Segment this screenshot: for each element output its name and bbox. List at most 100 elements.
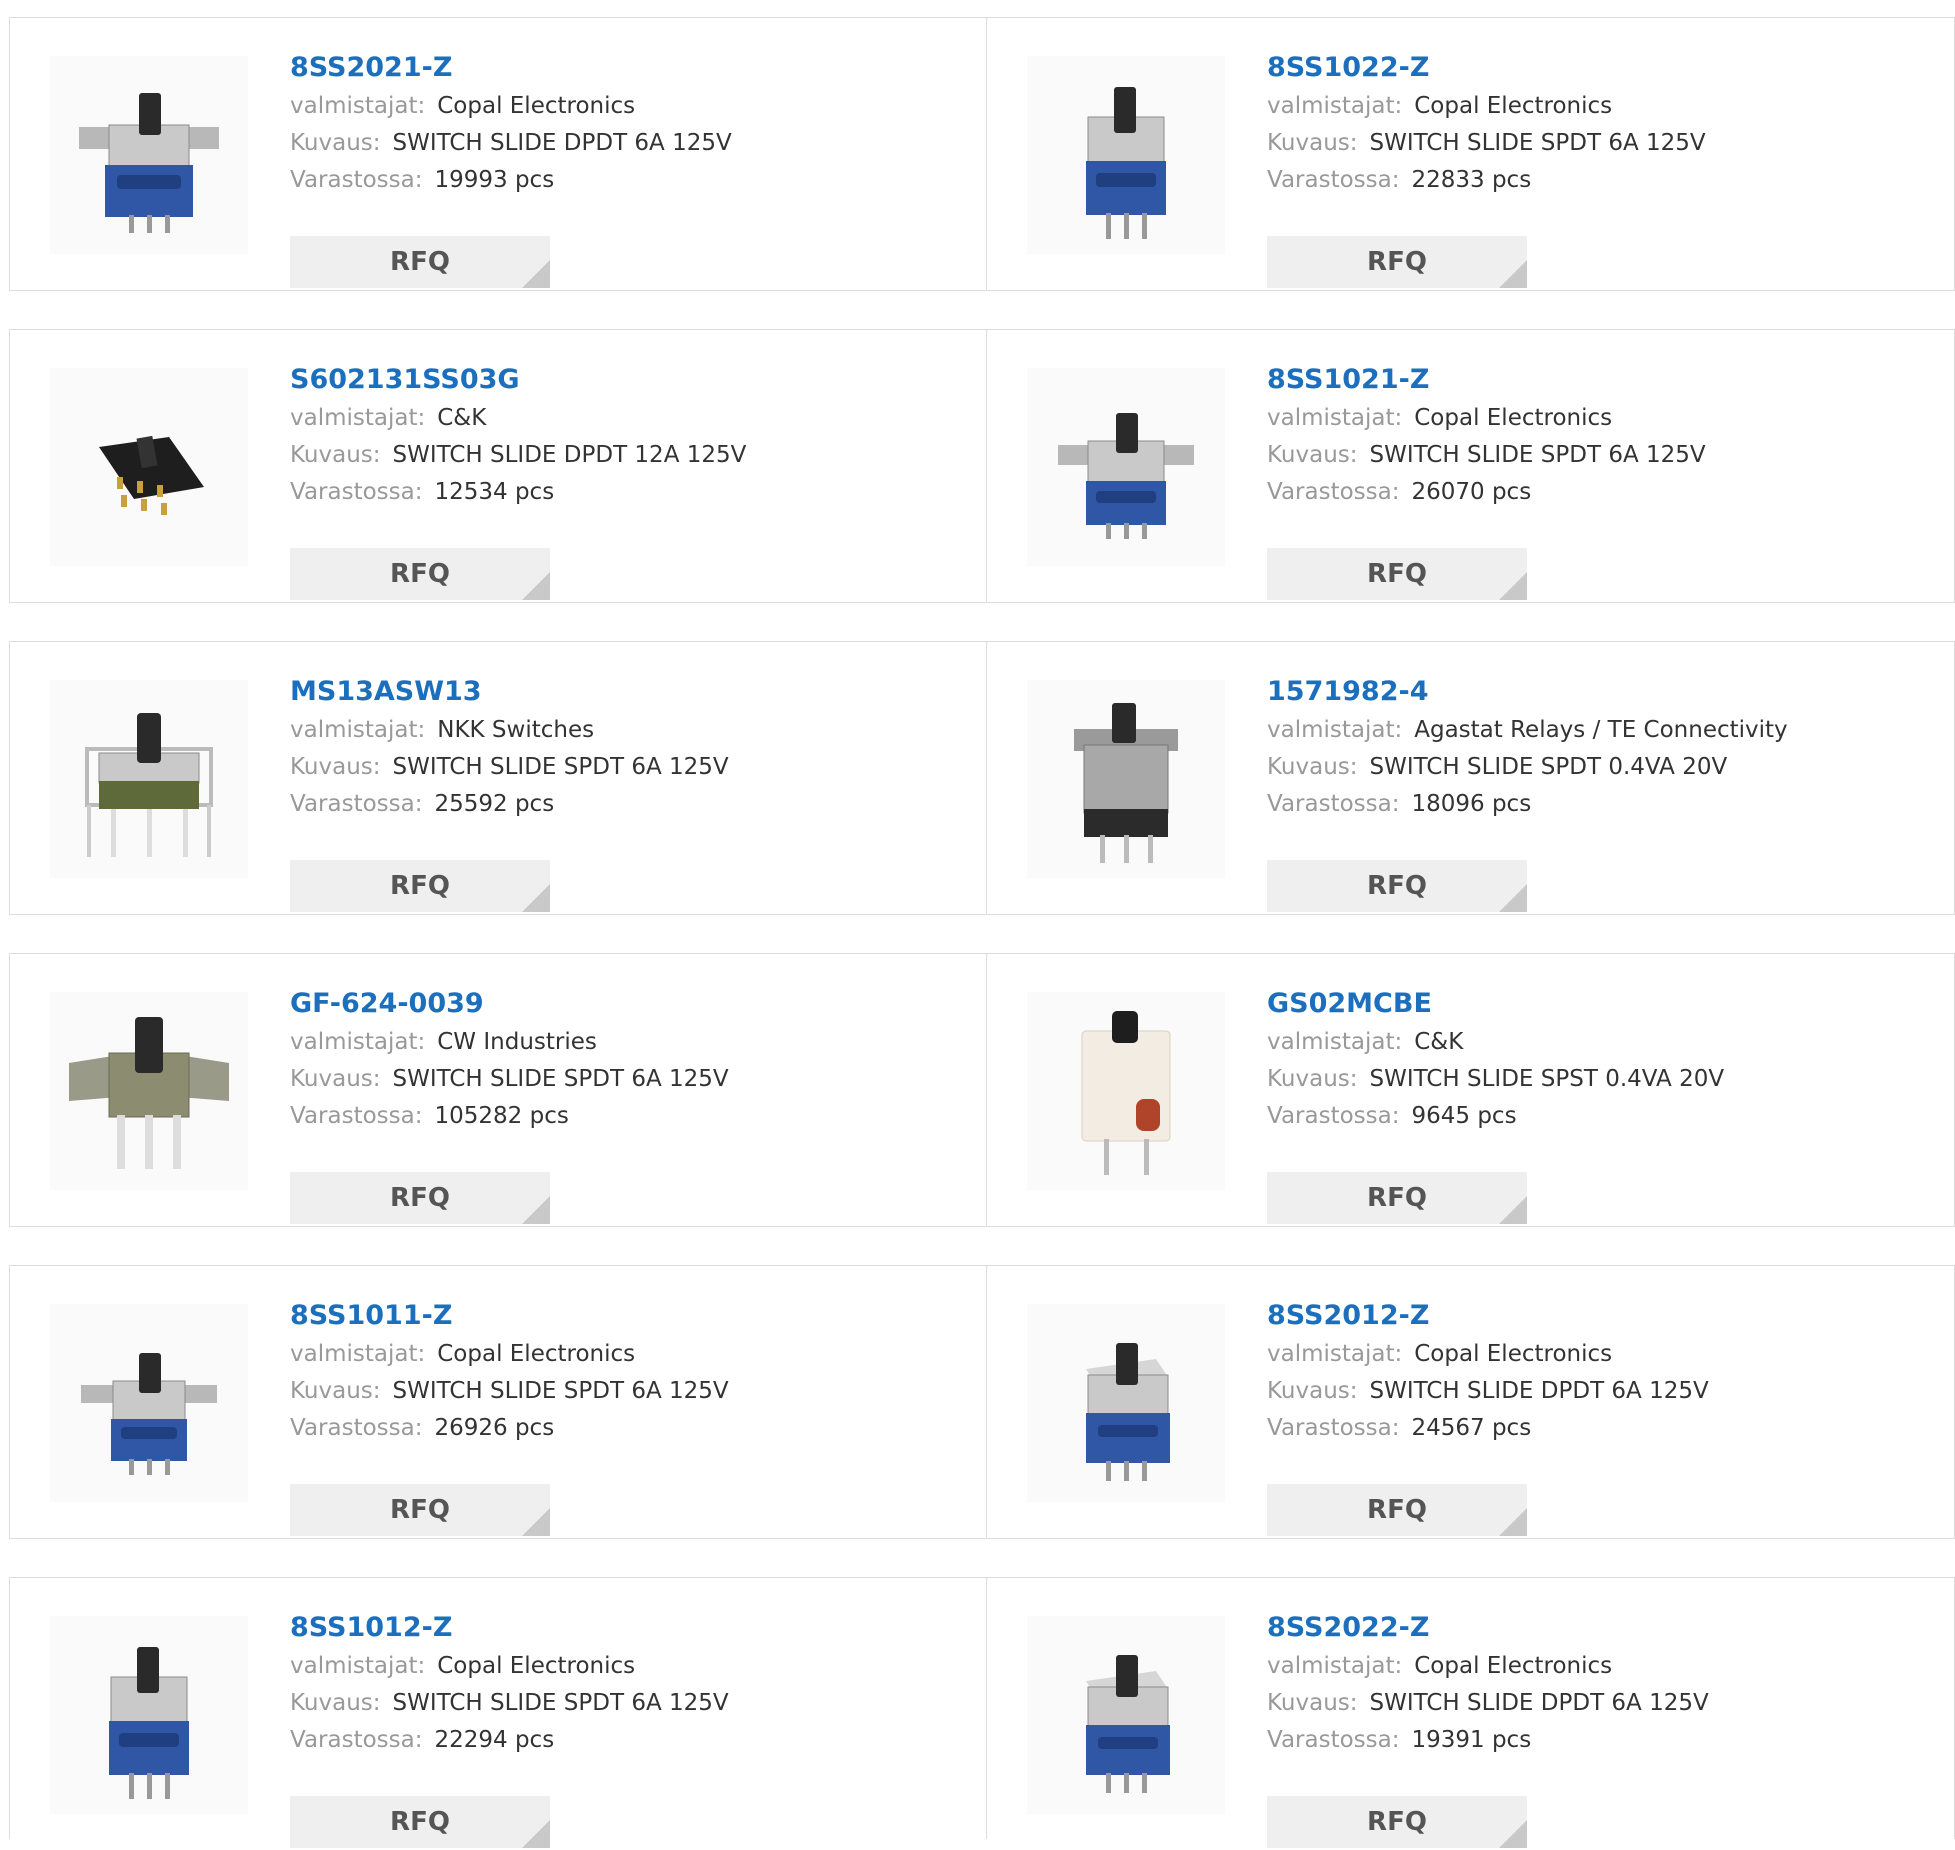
- manufacturer-label: valmistajat:: [1267, 717, 1403, 743]
- slide-switch-photo: [81, 1353, 217, 1475]
- corner-triangle-icon: [1499, 260, 1527, 288]
- product-card: 8SS1011-Z valmistajat: Copal Electronics …: [10, 1266, 986, 1538]
- slide-switch-photo: [1081, 1011, 1171, 1175]
- rfq-label: RFQ: [1367, 1495, 1427, 1525]
- part-number-link[interactable]: 8SS2021-Z: [290, 48, 976, 88]
- rfq-button[interactable]: RFQ: [290, 1484, 550, 1536]
- product-image[interactable]: [1027, 1304, 1225, 1502]
- part-number-link[interactable]: S602131SS03G: [290, 360, 976, 400]
- product-card: 8SS1021-Z valmistajat: Copal Electronics …: [987, 330, 1955, 602]
- product-image[interactable]: [1027, 1616, 1225, 1814]
- slide-switch-photo: [85, 713, 213, 857]
- part-number-link[interactable]: MS13ASW13: [290, 672, 976, 712]
- stock-value: 18096 pcs: [1411, 791, 1532, 817]
- corner-triangle-icon: [522, 1196, 550, 1224]
- product-image[interactable]: [50, 680, 248, 878]
- product-image[interactable]: [50, 368, 248, 566]
- stock-line: Varastossa: 24567 pcs: [1267, 1410, 1953, 1447]
- rfq-label: RFQ: [390, 1183, 450, 1213]
- part-number-link[interactable]: 8SS1012-Z: [290, 1608, 976, 1648]
- manufacturer-line: valmistajat: Copal Electronics: [1267, 88, 1953, 125]
- rfq-button[interactable]: RFQ: [1267, 860, 1527, 912]
- product-image[interactable]: [1027, 680, 1225, 878]
- part-number-link[interactable]: GS02MCBE: [1267, 984, 1953, 1024]
- corner-triangle-icon: [522, 572, 550, 600]
- part-number-link[interactable]: 8SS2022-Z: [1267, 1608, 1953, 1648]
- rfq-button[interactable]: RFQ: [1267, 1484, 1527, 1536]
- manufacturer-line: valmistajat: C&K: [290, 400, 976, 437]
- manufacturer-label: valmistajat:: [1267, 1029, 1403, 1055]
- product-image[interactable]: [1027, 992, 1225, 1190]
- product-image[interactable]: [50, 992, 248, 1190]
- product-card: 8SS1022-Z valmistajat: Copal Electronics …: [987, 18, 1955, 290]
- stock-label: Varastossa:: [1267, 791, 1400, 817]
- description-value: SWITCH SLIDE SPDT 6A 125V: [392, 1378, 729, 1404]
- description-label: Kuvaus:: [290, 130, 381, 156]
- part-number-link[interactable]: 8SS1011-Z: [290, 1296, 976, 1336]
- part-number-link[interactable]: 8SS2012-Z: [1267, 1296, 1953, 1336]
- manufacturer-label: valmistajat:: [290, 1341, 426, 1367]
- manufacturer-value: Copal Electronics: [1414, 1341, 1613, 1367]
- product-info: MS13ASW13 valmistajat: NKK Switches Kuvau…: [290, 672, 976, 912]
- rfq-label: RFQ: [1367, 1807, 1427, 1837]
- product-image[interactable]: [1027, 56, 1225, 254]
- stock-label: Varastossa:: [290, 167, 423, 193]
- description-line: Kuvaus: SWITCH SLIDE SPDT 6A 125V: [290, 1373, 976, 1410]
- description-line: Kuvaus: SWITCH SLIDE DPDT 6A 125V: [1267, 1373, 1953, 1410]
- product-card: 1571982-4 valmistajat: Agastat Relays / T…: [987, 642, 1955, 914]
- manufacturer-label: valmistajat:: [1267, 1341, 1403, 1367]
- description-line: Kuvaus: SWITCH SLIDE SPDT 6A 125V: [290, 1061, 976, 1098]
- rfq-button[interactable]: RFQ: [290, 236, 550, 288]
- rfq-label: RFQ: [1367, 247, 1427, 277]
- stock-line: Varastossa: 19391 pcs: [1267, 1722, 1953, 1759]
- rfq-button[interactable]: RFQ: [290, 548, 550, 600]
- stock-value: 25592 pcs: [434, 791, 555, 817]
- description-label: Kuvaus:: [290, 1066, 381, 1092]
- stock-value: 19391 pcs: [1411, 1727, 1532, 1753]
- rfq-button[interactable]: RFQ: [290, 1172, 550, 1224]
- manufacturer-value: Copal Electronics: [1414, 93, 1613, 119]
- rfq-label: RFQ: [390, 247, 450, 277]
- part-number-link[interactable]: 8SS1022-Z: [1267, 48, 1953, 88]
- description-label: Kuvaus:: [1267, 754, 1358, 780]
- manufacturer-label: valmistajat:: [290, 405, 426, 431]
- description-value: SWITCH SLIDE DPDT 12A 125V: [392, 442, 747, 468]
- product-row: GF-624-0039 valmistajat: CW Industries Ku…: [9, 953, 1955, 1227]
- rfq-button[interactable]: RFQ: [290, 1796, 550, 1848]
- product-image[interactable]: [50, 56, 248, 254]
- rfq-button[interactable]: RFQ: [290, 860, 550, 912]
- product-image[interactable]: [1027, 368, 1225, 566]
- rfq-label: RFQ: [390, 559, 450, 589]
- product-image[interactable]: [50, 1304, 248, 1502]
- rfq-label: RFQ: [390, 1495, 450, 1525]
- description-value: SWITCH SLIDE DPDT 6A 125V: [1369, 1690, 1709, 1716]
- product-card: GF-624-0039 valmistajat: CW Industries Ku…: [10, 954, 986, 1226]
- stock-label: Varastossa:: [290, 1727, 423, 1753]
- description-value: SWITCH SLIDE SPDT 6A 125V: [1369, 130, 1706, 156]
- manufacturer-line: valmistajat: Copal Electronics: [1267, 1336, 1953, 1373]
- part-number-link[interactable]: 1571982-4: [1267, 672, 1953, 712]
- description-line: Kuvaus: SWITCH SLIDE DPDT 12A 125V: [290, 437, 976, 474]
- manufacturer-value: C&K: [437, 405, 487, 431]
- slide-switch-photo: [1058, 413, 1194, 539]
- rfq-button[interactable]: RFQ: [1267, 548, 1527, 600]
- description-value: SWITCH SLIDE SPDT 6A 125V: [1369, 442, 1706, 468]
- part-number-link[interactable]: 8SS1021-Z: [1267, 360, 1953, 400]
- product-image[interactable]: [50, 1616, 248, 1814]
- description-line: Kuvaus: SWITCH SLIDE SPDT 6A 125V: [1267, 437, 1953, 474]
- stock-value: 12534 pcs: [434, 479, 555, 505]
- slide-switch-photo: [99, 435, 204, 515]
- product-card: MS13ASW13 valmistajat: NKK Switches Kuvau…: [10, 642, 986, 914]
- rfq-button[interactable]: RFQ: [1267, 236, 1527, 288]
- rfq-button[interactable]: RFQ: [1267, 1796, 1527, 1848]
- slide-switch-photo: [1086, 1343, 1170, 1481]
- rfq-button[interactable]: RFQ: [1267, 1172, 1527, 1224]
- stock-line: Varastossa: 26070 pcs: [1267, 474, 1953, 511]
- part-number-link[interactable]: GF-624-0039: [290, 984, 976, 1024]
- product-card: GS02MCBE valmistajat: C&K Kuvaus: SWITCH S…: [987, 954, 1955, 1226]
- manufacturer-value: CW Industries: [437, 1029, 597, 1055]
- corner-triangle-icon: [1499, 884, 1527, 912]
- description-label: Kuvaus:: [1267, 1066, 1358, 1092]
- product-card: 8SS2022-Z valmistajat: Copal Electronics …: [987, 1578, 1955, 1850]
- stock-label: Varastossa:: [1267, 1727, 1400, 1753]
